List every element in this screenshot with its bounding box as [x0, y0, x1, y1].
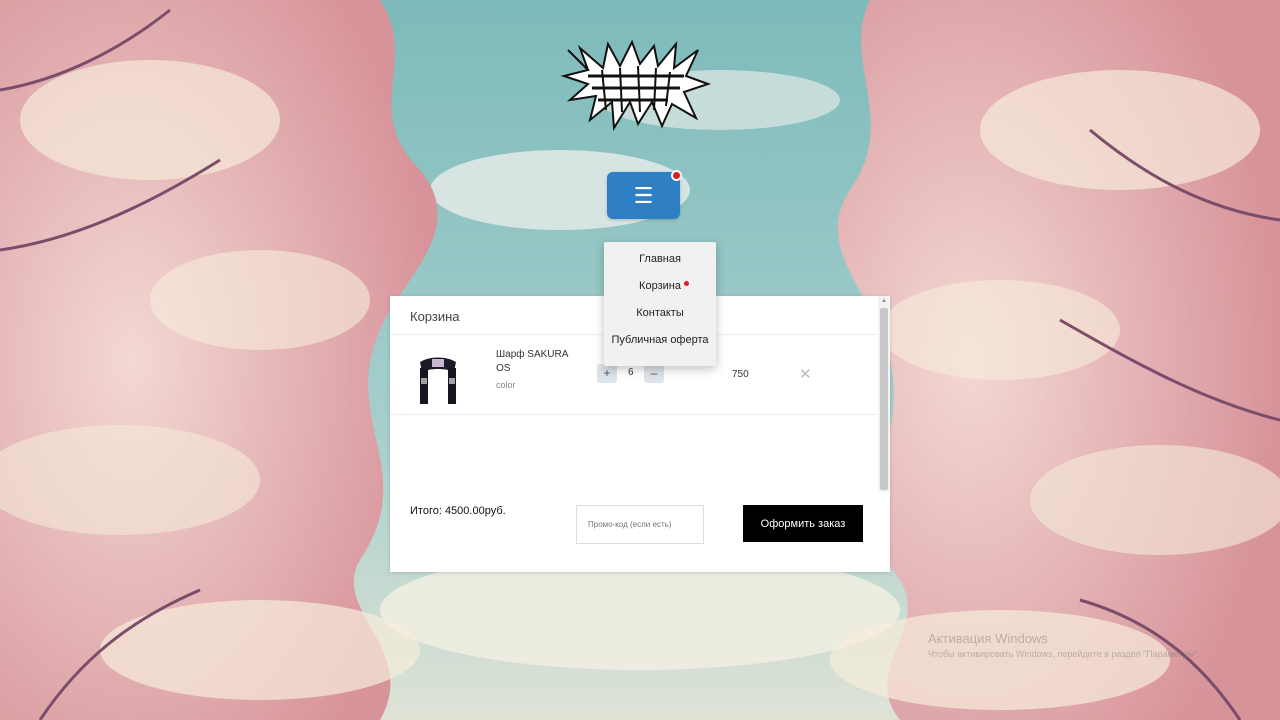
menu-item-home[interactable]: Главная: [604, 246, 716, 273]
windows-activation-watermark: Активация Windows Чтобы активировать Win…: [928, 631, 1200, 659]
checkout-button[interactable]: Оформить заказ: [743, 505, 863, 542]
cart-scrollbar[interactable]: ▲: [878, 296, 890, 492]
promo-code-input[interactable]: [576, 505, 704, 544]
product-option: color: [496, 380, 516, 390]
menu-item-cart[interactable]: Корзина: [604, 273, 716, 300]
notification-dot: [671, 170, 682, 181]
cart-total: Итого: 4500.00руб.: [410, 505, 506, 517]
menu-item-offer[interactable]: Публичная оферта: [604, 327, 716, 354]
item-price: 750: [732, 369, 749, 380]
hamburger-icon: ☰: [633, 182, 654, 208]
cart-notification-dot: [684, 281, 689, 286]
menu-item-label: Главная: [639, 253, 681, 265]
product-name: Шарф SAKURA OS: [496, 349, 568, 374]
watermark-subtitle: Чтобы активировать Windows, перейдите в …: [928, 649, 1200, 659]
quantity-plus-button[interactable]: +: [597, 364, 617, 383]
quantity-minus-button[interactable]: –: [644, 364, 664, 383]
quantity-value: 6: [628, 367, 634, 378]
brand-logo: [560, 40, 712, 132]
menu-item-label: Корзина: [639, 280, 681, 292]
product-thumbnail: [410, 350, 466, 406]
menu-button[interactable]: ☰: [607, 170, 682, 219]
scrollbar-thumb[interactable]: [880, 308, 888, 490]
menu-item-contacts[interactable]: Контакты: [604, 300, 716, 327]
scroll-up-icon[interactable]: ▲: [881, 298, 887, 304]
remove-item-icon[interactable]: ✕: [799, 365, 812, 383]
menu-item-label: Публичная оферта: [611, 334, 709, 346]
watermark-title: Активация Windows: [928, 631, 1048, 646]
nav-dropdown: Главная Корзина Контакты Публичная оферт…: [604, 242, 716, 366]
menu-item-label: Контакты: [636, 307, 684, 319]
